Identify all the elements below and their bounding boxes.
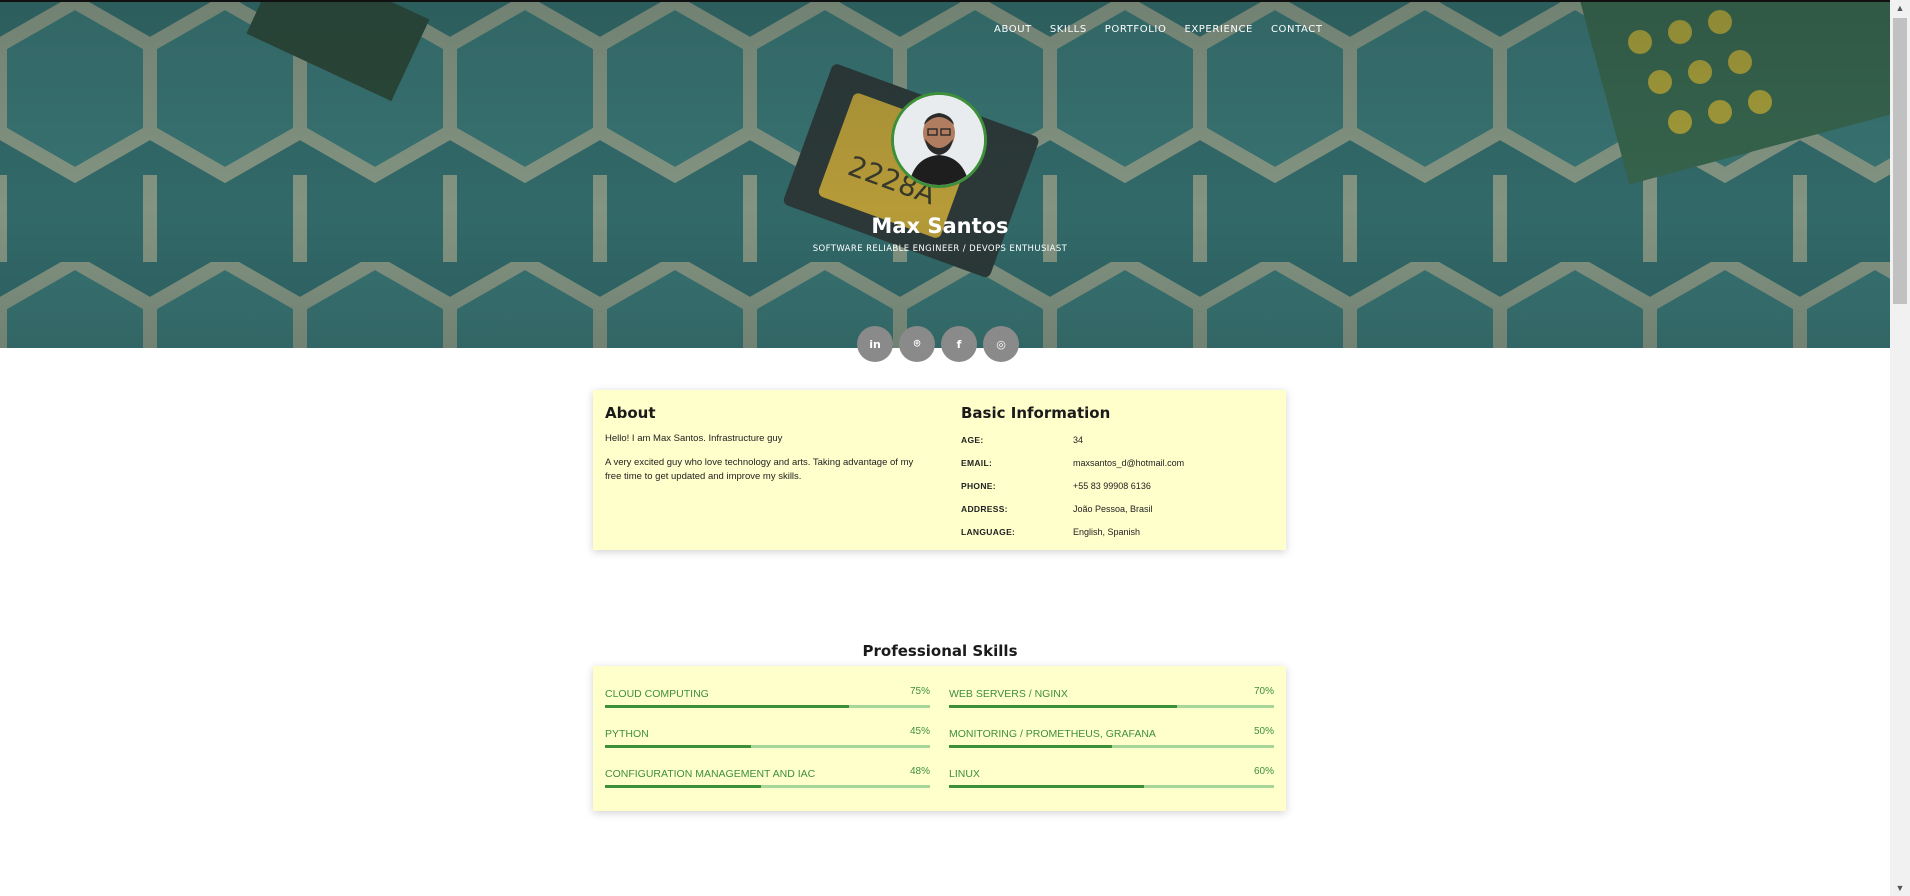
nav-experience[interactable]: EXPERIENCE bbox=[1175, 22, 1262, 37]
skill-progress-fill bbox=[605, 705, 849, 708]
nav-portfolio[interactable]: PORTFOLIO bbox=[1096, 22, 1176, 37]
about-heading: About bbox=[605, 404, 656, 422]
info-row-age: AGE: 34 bbox=[961, 428, 1271, 451]
info-value: English, Spanish bbox=[1073, 526, 1141, 537]
about-section: About Hello! I am Max Santos. Infrastruc… bbox=[605, 404, 925, 484]
skill-progress-fill bbox=[949, 785, 1144, 788]
scroll-down-arrow-icon[interactable]: ▼ bbox=[1890, 880, 1910, 896]
info-row-address: ADDRESS: João Pessoa, Brasil bbox=[961, 497, 1271, 520]
skill-progress-fill bbox=[949, 745, 1112, 748]
top-navigation: ABOUT SKILLS PORTFOLIO EXPERIENCE CONTAC… bbox=[985, 22, 1332, 37]
basic-info-section: Basic Information AGE: 34 EMAIL: maxsant… bbox=[961, 404, 1271, 543]
info-label: LANGUAGE: bbox=[961, 526, 1016, 537]
skill-item: WEB SERVERS / NGINX 70% bbox=[949, 676, 1274, 708]
skill-item: MONITORING / PROMETHEUS, GRAFANA 50% bbox=[949, 716, 1274, 748]
person-title: SOFTWARE RELIABLE ENGINEER / DEVOPS ENTH… bbox=[812, 244, 1068, 254]
skill-percent: 60% bbox=[1253, 766, 1274, 777]
instagram-icon[interactable]: ◎ bbox=[983, 326, 1019, 362]
social-links: in ⌾ f ◎ bbox=[857, 326, 1019, 362]
skill-progress-track bbox=[949, 705, 1274, 708]
about-card: About Hello! I am Max Santos. Infrastruc… bbox=[593, 390, 1286, 550]
github-icon[interactable]: ⌾ bbox=[899, 326, 935, 362]
skill-progress-track bbox=[605, 705, 930, 708]
info-value: +55 83 99908 6136 bbox=[1073, 480, 1151, 491]
avatar bbox=[891, 92, 987, 188]
info-row-phone: PHONE: +55 83 99908 6136 bbox=[961, 474, 1271, 497]
skill-percent: 48% bbox=[909, 766, 930, 777]
info-row-language: LANGUAGE: English, Spanish bbox=[961, 520, 1271, 543]
info-row-email: EMAIL: maxsantos_d@hotmail.com bbox=[961, 451, 1271, 474]
info-label: ADDRESS: bbox=[961, 503, 1008, 514]
skill-percent: 75% bbox=[909, 686, 930, 697]
skill-item: LINUX 60% bbox=[949, 756, 1274, 788]
basic-info-heading: Basic Information bbox=[961, 404, 1111, 422]
skill-progress-track bbox=[949, 785, 1274, 788]
skill-progress-track bbox=[949, 745, 1274, 748]
skill-name: PYTHON bbox=[605, 728, 649, 740]
skill-name: LINUX bbox=[949, 768, 980, 780]
skill-progress-fill bbox=[605, 785, 761, 788]
skill-item: CLOUD COMPUTING 75% bbox=[605, 676, 930, 708]
skills-heading: Professional Skills bbox=[862, 642, 1018, 661]
scroll-thumb[interactable] bbox=[1893, 18, 1907, 304]
info-label: EMAIL: bbox=[961, 457, 993, 468]
skill-progress-track bbox=[605, 785, 930, 788]
info-label: PHONE: bbox=[961, 480, 996, 491]
skill-name: MONITORING / PROMETHEUS, GRAFANA bbox=[949, 728, 1156, 740]
nav-contact[interactable]: CONTACT bbox=[1262, 22, 1332, 37]
about-description: A very excited guy who love technology a… bbox=[605, 457, 914, 482]
skill-name: CLOUD COMPUTING bbox=[605, 688, 709, 700]
info-value[interactable]: maxsantos_d@hotmail.com bbox=[1073, 458, 1184, 468]
nav-skills[interactable]: SKILLS bbox=[1041, 22, 1096, 37]
page-scrollbar[interactable]: ▲ ▼ bbox=[1890, 0, 1910, 896]
skill-progress-track bbox=[605, 745, 930, 748]
about-intro: Hello! I am Max Santos. Infrastructure g… bbox=[605, 433, 783, 444]
profile-photo bbox=[894, 95, 984, 185]
facebook-icon[interactable]: f bbox=[941, 326, 977, 362]
skill-item: CONFIGURATION MANAGEMENT AND IAC 48% bbox=[605, 756, 930, 788]
skill-item: PYTHON 45% bbox=[605, 716, 930, 748]
skill-percent: 70% bbox=[1253, 686, 1274, 697]
skill-progress-fill bbox=[605, 745, 752, 748]
skill-percent: 50% bbox=[1253, 726, 1274, 737]
skill-percent: 45% bbox=[909, 726, 930, 737]
skill-name: WEB SERVERS / NGINX bbox=[949, 688, 1068, 700]
skill-progress-fill bbox=[949, 705, 1177, 708]
hero-header: 2228A ABOUT SKILLS PORTFOLIO EXPERIENCE … bbox=[0, 0, 1890, 348]
info-value: João Pessoa, Brasil bbox=[1073, 503, 1153, 514]
info-value: 34 bbox=[1073, 434, 1084, 445]
page: 2228A ABOUT SKILLS PORTFOLIO EXPERIENCE … bbox=[0, 0, 1910, 896]
nav-about[interactable]: ABOUT bbox=[985, 22, 1041, 37]
scroll-up-arrow-icon[interactable]: ▲ bbox=[1890, 0, 1910, 16]
info-label: AGE: bbox=[961, 434, 984, 445]
person-name: Max Santos bbox=[871, 214, 1009, 238]
linkedin-icon[interactable]: in bbox=[857, 326, 893, 362]
skills-card: CLOUD COMPUTING 75% WEB SERVERS / NGINX … bbox=[593, 666, 1286, 811]
skill-name: CONFIGURATION MANAGEMENT AND IAC bbox=[605, 768, 816, 780]
